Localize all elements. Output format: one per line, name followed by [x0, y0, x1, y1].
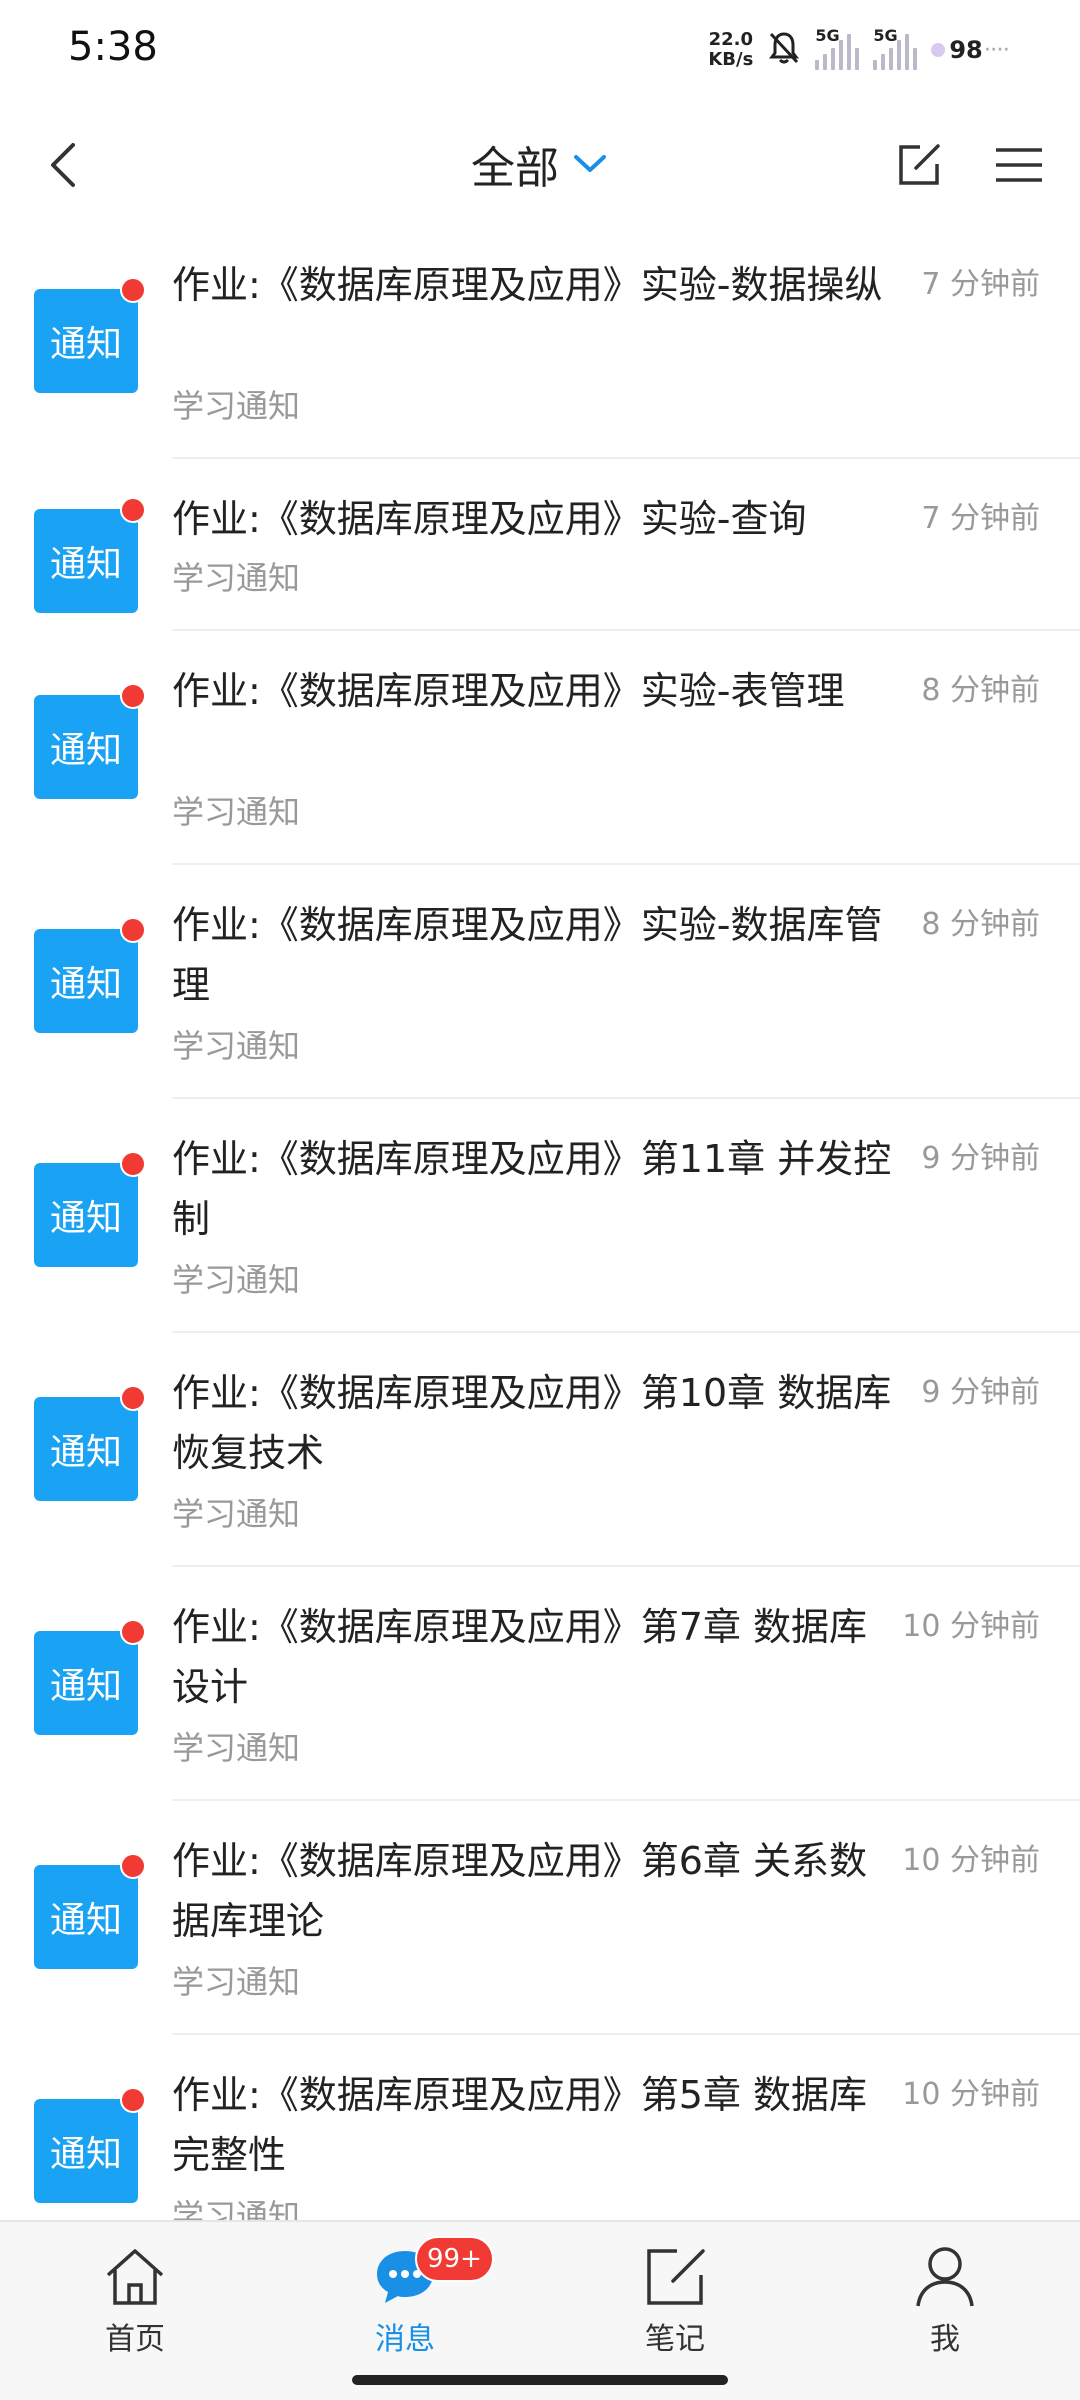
notification-title: 作业:《数据库原理及应用》第10章 数据库恢复技术	[172, 1371, 892, 1475]
notification-title: 作业:《数据库原理及应用》第11章 并发控制	[172, 1137, 892, 1241]
notice-badge: 通知	[34, 695, 138, 799]
notification-category: 学习通知	[172, 387, 301, 425]
signal-5g-2-icon: 5G	[873, 26, 918, 70]
unread-dot	[120, 277, 146, 303]
notification-category: 学习通知	[172, 1495, 301, 1533]
home-icon	[100, 2242, 170, 2312]
unread-dot	[120, 497, 146, 523]
status-time: 5:38	[68, 24, 158, 70]
notification-title: 作业:《数据库原理及应用》第5章 数据库完整性	[172, 2073, 868, 2177]
chevron-down-icon	[573, 146, 609, 182]
home-indicator[interactable]	[352, 2375, 728, 2385]
mute-bell-icon	[767, 30, 801, 70]
notification-item[interactable]: 通知 作业:《数据库原理及应用》第10章 数据库恢复技术 学习通知 9 分钟前	[0, 1333, 1080, 1567]
network-speed-unit: KB/s	[708, 49, 754, 70]
notification-item[interactable]: 通知 作业:《数据库原理及应用》实验-查询 学习通知 7 分钟前	[0, 459, 1080, 631]
notification-time: 7 分钟前	[921, 501, 1040, 536]
notification-time: 8 分钟前	[921, 673, 1040, 708]
compose-edit-icon	[899, 144, 940, 185]
signal-5g-1-icon: 5G	[815, 26, 860, 70]
network-speed-value: 22.0	[708, 29, 754, 50]
notification-title: 作业:《数据库原理及应用》实验-数据操纵	[172, 263, 883, 307]
notice-badge: 通知	[34, 1865, 138, 1969]
nav-notes[interactable]: 笔记	[595, 2242, 755, 2362]
menu-button[interactable]	[986, 132, 1052, 198]
network-speed: 22.0 KB/s	[708, 30, 753, 70]
notice-badge: 通知	[34, 2099, 138, 2203]
user-profile-icon	[910, 2242, 980, 2312]
status-bar: 5:38 22.0 KB/s 5G 5G 98 ····	[0, 0, 1080, 100]
nav-notes-label: 笔记	[645, 2322, 705, 2357]
nav-messages[interactable]: 消息 99+	[325, 2236, 494, 2362]
nav-messages-label: 消息	[375, 2322, 435, 2357]
notification-time: 10 分钟前	[902, 2077, 1040, 2112]
unread-dot	[120, 1151, 146, 1177]
unread-dot	[120, 1385, 146, 1411]
notification-item[interactable]: 通知 作业:《数据库原理及应用》实验-数据库管理 学习通知 8 分钟前	[0, 865, 1080, 1099]
notification-title: 作业:《数据库原理及应用》实验-表管理	[172, 669, 845, 713]
unread-dot	[120, 2087, 146, 2113]
battery-icon	[931, 43, 946, 57]
notification-category: 学习通知	[172, 1027, 301, 1065]
signal-5g-2-label: 5G	[873, 26, 898, 45]
header: 全部	[0, 110, 1080, 220]
bottom-nav: 首页 消息 99+ 笔记 我	[0, 2220, 1080, 2400]
notice-badge: 通知	[34, 289, 138, 393]
notification-category: 学习通知	[172, 793, 301, 831]
status-icons: 22.0 KB/s 5G 5G 98 ····	[708, 22, 1010, 78]
notification-time: 10 分钟前	[902, 1609, 1040, 1644]
nav-me-label: 我	[930, 2322, 960, 2357]
nav-home[interactable]: 首页	[55, 2242, 215, 2362]
unread-dot	[120, 1619, 146, 1645]
unread-dot	[120, 683, 146, 709]
notification-category: 学习通知	[172, 1729, 301, 1767]
notification-item[interactable]: 通知 作业:《数据库原理及应用》实验-数据操纵 学习通知 7 分钟前	[0, 225, 1080, 459]
notification-list[interactable]: 通知 作业:《数据库原理及应用》实验-数据操纵 学习通知 7 分钟前 通知 作业…	[0, 225, 1080, 2220]
hamburger-menu-icon	[996, 148, 1042, 182]
notification-category: 学习通知	[172, 1963, 301, 2001]
notification-title: 作业:《数据库原理及应用》实验-查询	[172, 497, 807, 541]
signal-5g-1-label: 5G	[815, 26, 840, 45]
notice-badge: 通知	[34, 1397, 138, 1501]
notification-time: 9 分钟前	[921, 1141, 1040, 1176]
nav-home-label: 首页	[105, 2322, 165, 2357]
notification-item[interactable]: 通知 作业:《数据库原理及应用》第7章 数据库设计 学习通知 10 分钟前	[0, 1567, 1080, 1801]
battery-level: 98	[949, 36, 983, 64]
notification-time: 10 分钟前	[902, 1843, 1040, 1878]
notification-item[interactable]: 通知 作业:《数据库原理及应用》实验-表管理 学习通知 8 分钟前	[0, 631, 1080, 865]
notification-item[interactable]: 通知 作业:《数据库原理及应用》第5章 数据库完整性 学习通知 10 分钟前	[0, 2035, 1080, 2220]
notification-title: 作业:《数据库原理及应用》第6章 关系数据库理论	[172, 1839, 868, 1943]
notification-item[interactable]: 通知 作业:《数据库原理及应用》第6章 关系数据库理论 学习通知 10 分钟前	[0, 1801, 1080, 2035]
notification-category: 学习通知	[172, 2197, 301, 2220]
notification-time: 9 分钟前	[921, 1375, 1040, 1410]
notice-badge: 通知	[34, 1631, 138, 1735]
page-title: 全部	[471, 143, 559, 194]
unread-dot	[120, 1853, 146, 1879]
unread-dot	[120, 917, 146, 943]
notification-category: 学习通知	[172, 559, 301, 597]
unread-count-badge: 99+	[415, 2236, 494, 2282]
battery-indicator: 98 ····	[931, 36, 1010, 64]
notice-badge: 通知	[34, 929, 138, 1033]
nav-me[interactable]: 我	[865, 2242, 1025, 2362]
notification-item[interactable]: 通知 作业:《数据库原理及应用》第11章 并发控制 学习通知 9 分钟前	[0, 1099, 1080, 1333]
notification-category: 学习通知	[172, 1261, 301, 1299]
notification-time: 8 分钟前	[921, 907, 1040, 942]
compose-button[interactable]	[886, 132, 952, 198]
notification-title: 作业:《数据库原理及应用》实验-数据库管理	[172, 903, 883, 1007]
note-edit-icon	[640, 2242, 710, 2312]
notice-badge: 通知	[34, 509, 138, 613]
notice-badge: 通知	[34, 1163, 138, 1267]
notification-title: 作业:《数据库原理及应用》第7章 数据库设计	[172, 1605, 868, 1709]
notification-time: 7 分钟前	[921, 267, 1040, 302]
